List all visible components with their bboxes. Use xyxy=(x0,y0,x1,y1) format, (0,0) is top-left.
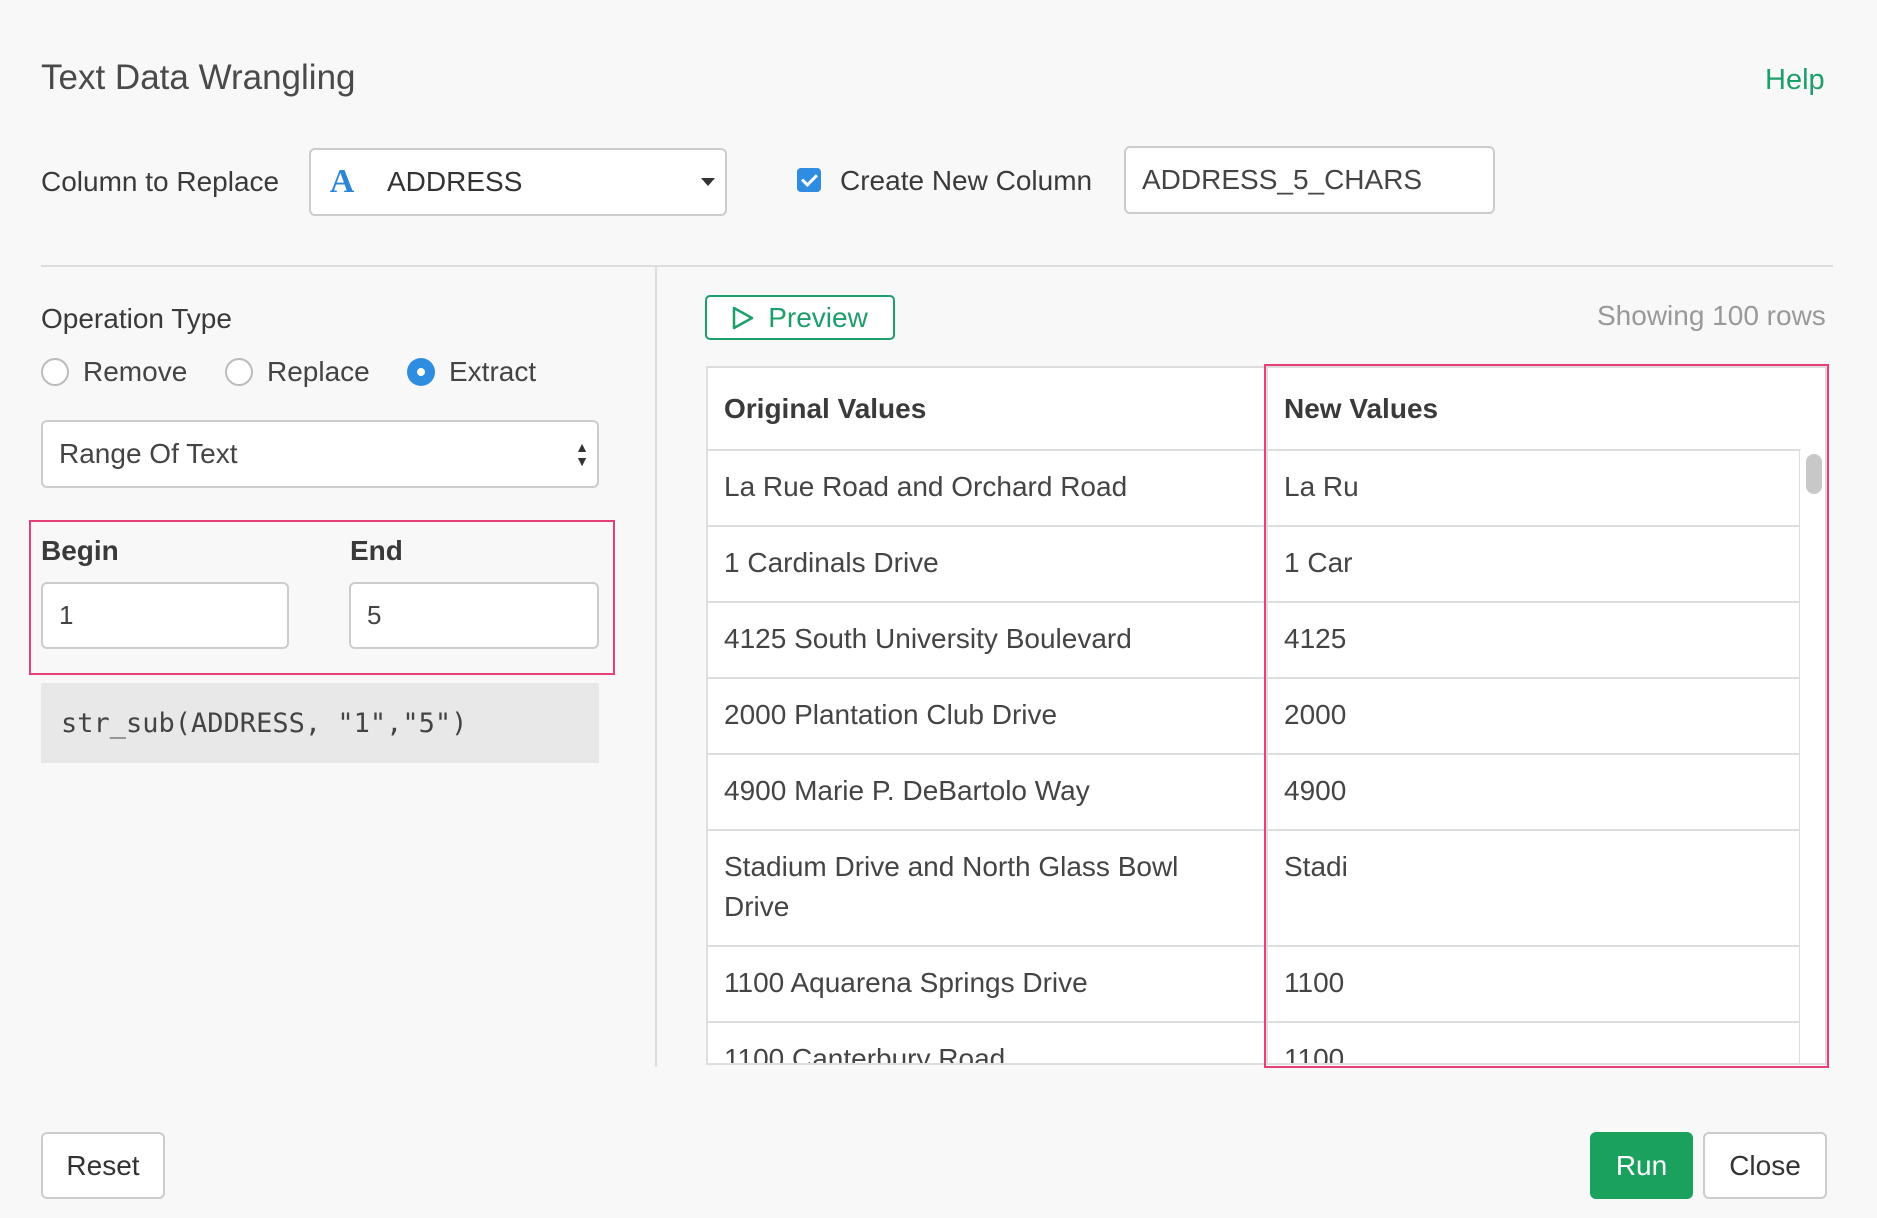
radio-remove[interactable]: Remove xyxy=(41,356,187,388)
new-values-highlight-box xyxy=(1264,364,1829,1068)
header-divider xyxy=(41,265,1833,267)
original-value-cell: 1100 Canterbury Road xyxy=(708,1022,1268,1063)
radio-label: Extract xyxy=(449,356,537,387)
reset-button[interactable]: Reset xyxy=(41,1132,165,1199)
expression-preview: str_sub(ADDRESS, "1","5") xyxy=(41,683,599,763)
original-value-cell: 2000 Plantation Club Drive xyxy=(708,678,1268,755)
original-value-cell: 1100 Aquarena Springs Drive xyxy=(708,946,1268,1023)
play-icon xyxy=(732,306,754,329)
preview-button-label: Preview xyxy=(768,301,868,333)
column-to-replace-label: Column to Replace xyxy=(41,166,280,197)
column-select-value: ADDRESS xyxy=(387,166,523,197)
chevron-down-icon xyxy=(701,178,715,186)
extract-mode-select[interactable]: Range Of Text ▲ ▼ xyxy=(41,420,599,488)
close-button[interactable]: Close xyxy=(1703,1132,1827,1199)
original-value-cell: 1 Cardinals Drive xyxy=(708,526,1268,603)
radio-label: Replace xyxy=(267,356,370,387)
create-new-column-label: Create New Column xyxy=(840,165,1093,196)
preview-button[interactable]: Preview xyxy=(705,295,895,340)
radio-button-selected[interactable] xyxy=(407,358,435,386)
column-select[interactable]: A ADDRESS xyxy=(309,148,727,216)
dialog-title: Text Data Wrangling xyxy=(41,58,356,97)
header-original-values: Original Values xyxy=(708,368,1268,451)
up-down-arrows-icon: ▲ ▼ xyxy=(575,439,589,469)
radio-extract[interactable]: Extract xyxy=(407,356,536,388)
radio-button[interactable] xyxy=(225,358,253,386)
original-value-cell: 4900 Marie P. DeBartolo Way xyxy=(708,754,1268,831)
operation-type-label: Operation Type xyxy=(41,303,232,334)
create-new-column-checkbox[interactable] xyxy=(797,168,821,192)
panel-divider xyxy=(655,267,657,1067)
help-link[interactable]: Help xyxy=(1765,64,1825,97)
original-value-cell: La Rue Road and Orchard Road xyxy=(708,450,1268,527)
text-type-icon: A xyxy=(329,163,355,200)
run-button[interactable]: Run xyxy=(1590,1132,1693,1199)
end-input[interactable] xyxy=(349,582,599,649)
begin-label: Begin xyxy=(41,535,119,566)
original-value-cell: 4125 South University Boulevard xyxy=(708,602,1268,679)
original-value-cell: Stadium Drive and North Glass Bowl Drive xyxy=(708,830,1268,947)
radio-button[interactable] xyxy=(41,358,69,386)
begin-input[interactable] xyxy=(41,582,289,649)
end-label: End xyxy=(350,535,403,566)
radio-replace[interactable]: Replace xyxy=(225,356,370,388)
new-column-name-input[interactable] xyxy=(1124,146,1495,214)
row-count-text: Showing 100 rows xyxy=(1597,300,1826,331)
radio-label: Remove xyxy=(83,356,188,387)
extract-mode-value: Range Of Text xyxy=(59,438,238,469)
